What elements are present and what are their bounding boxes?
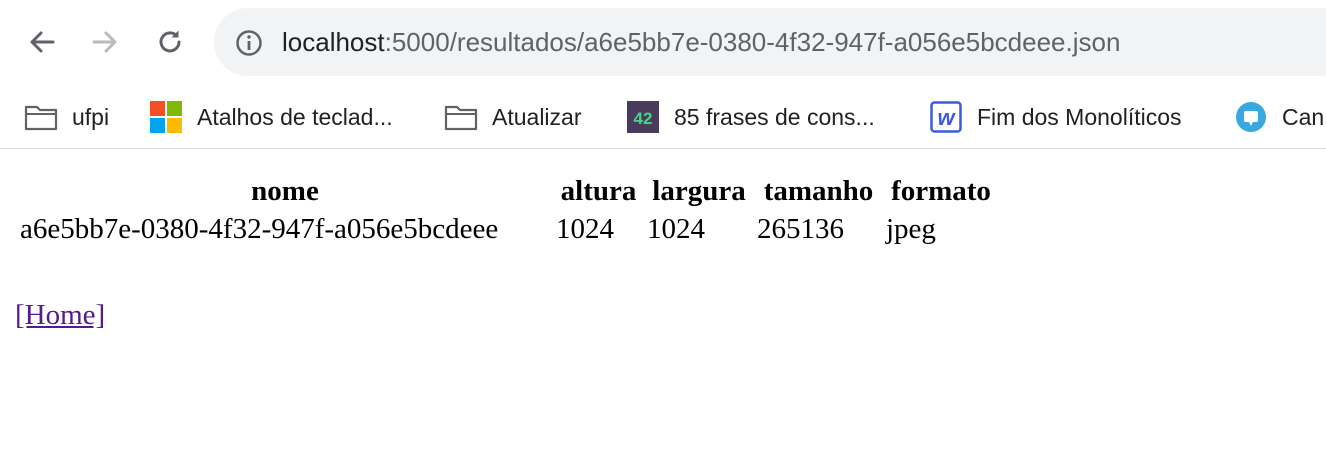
- reload-button[interactable]: [148, 20, 192, 64]
- home-link[interactable]: [Home]: [15, 297, 105, 333]
- column-header-tamanho: tamanho: [763, 175, 874, 207]
- url-host: localhost: [282, 27, 385, 57]
- url-text[interactable]: localhost:5000/resultados/a6e5bb7e-0380-…: [282, 26, 1120, 58]
- column-header-formato: formato: [891, 175, 991, 207]
- reload-icon: [159, 30, 181, 53]
- table-header-row: nome altura largura tamanho formato: [20, 173, 996, 209]
- back-button[interactable]: [20, 20, 64, 64]
- column-header-largura: largura: [652, 175, 746, 207]
- cell-tamanho: 265136: [757, 213, 844, 245]
- bookmark-fim-dos-monoliticos[interactable]: w Fim dos Monolíticos: [929, 86, 1182, 148]
- forward-button[interactable]: [83, 20, 127, 64]
- results-table: nome altura largura tamanho formato a6e5…: [14, 171, 1002, 249]
- w-logo-text: w: [937, 105, 956, 130]
- microsoft-logo-icon: [149, 101, 183, 133]
- column-header-nome: nome: [251, 175, 319, 207]
- back-arrow-icon: [30, 31, 55, 53]
- cell-formato: jpeg: [886, 213, 936, 245]
- round-app-icon: [1234, 101, 1268, 133]
- bookmarks-bar: ufpi Atalhos de teclad... Atualizar 42 8…: [0, 86, 1326, 149]
- folder-icon: [444, 101, 478, 133]
- badge-42-icon: 42: [626, 101, 660, 133]
- address-bar[interactable]: localhost:5000/resultados/a6e5bb7e-0380-…: [214, 8, 1326, 76]
- page-content: nome altura largura tamanho formato a6e5…: [0, 149, 1326, 454]
- bookmark-label: 85 frases de cons...: [674, 103, 875, 130]
- url-path: :5000/resultados/a6e5bb7e-0380-4f32-947f…: [384, 27, 1121, 57]
- bookmark-85-frases[interactable]: 42 85 frases de cons...: [626, 86, 875, 148]
- bookmark-label: Fim dos Monolíticos: [977, 103, 1182, 130]
- w-logo-icon: w: [929, 101, 963, 133]
- bookmark-atualizar[interactable]: Atualizar: [444, 86, 581, 148]
- bookmark-can[interactable]: Can: [1234, 86, 1324, 148]
- cell-nome: a6e5bb7e-0380-4f32-947f-a056e5bcdeee: [20, 213, 499, 245]
- folder-icon: [24, 101, 58, 133]
- bookmark-label: ufpi: [72, 103, 110, 130]
- bookmark-atalhos-de-teclado[interactable]: Atalhos de teclad...: [149, 86, 393, 148]
- cell-largura: 1024: [647, 213, 705, 245]
- table-row: a6e5bb7e-0380-4f32-947f-a056e5bcdeee 102…: [20, 211, 996, 247]
- bookmark-label: Atalhos de teclad...: [197, 103, 393, 130]
- forward-arrow-icon: [92, 31, 117, 53]
- badge-42-text: 42: [634, 109, 653, 128]
- cell-altura: 1024: [556, 213, 614, 245]
- bookmark-ufpi[interactable]: ufpi: [24, 86, 109, 148]
- browser-toolbar: localhost:5000/resultados/a6e5bb7e-0380-…: [0, 0, 1326, 86]
- info-icon[interactable]: [234, 28, 264, 58]
- bookmark-label: Can: [1282, 103, 1325, 130]
- column-header-altura: altura: [560, 175, 637, 207]
- bookmark-label: Atualizar: [492, 103, 582, 130]
